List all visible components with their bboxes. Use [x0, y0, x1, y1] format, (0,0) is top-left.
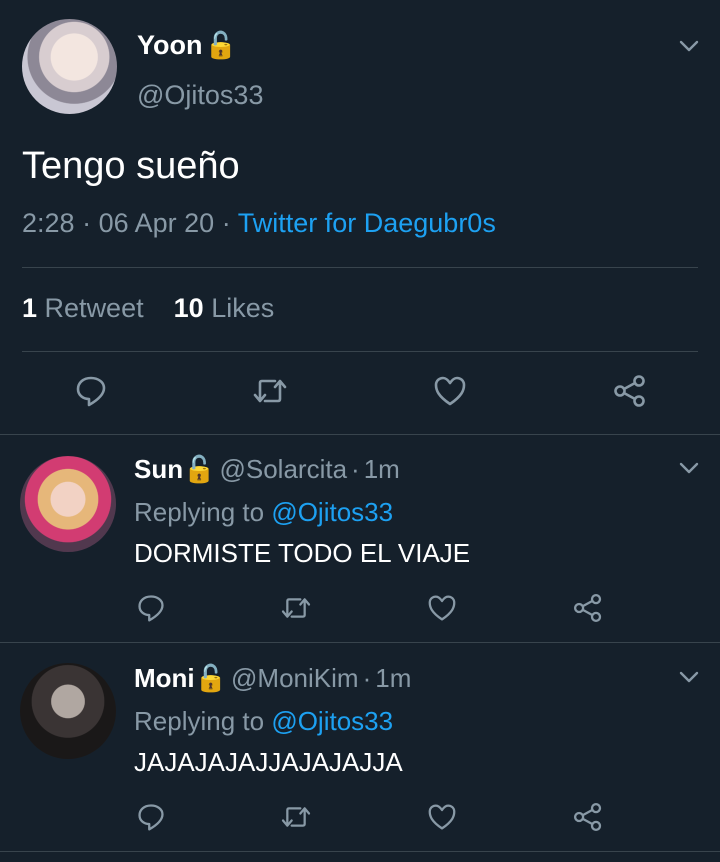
- chevron-down-icon[interactable]: [677, 34, 701, 58]
- tweet-stats: 1 Retweet 10 Likes: [22, 293, 274, 324]
- reply-button[interactable]: [71, 371, 111, 411]
- reply-author-handle[interactable]: @Solarcita: [219, 454, 347, 485]
- mention-link[interactable]: @Ojitos33: [271, 706, 393, 736]
- replying-prefix: Replying to: [134, 497, 265, 527]
- retweet-button[interactable]: [250, 371, 290, 411]
- separator: ·: [362, 663, 372, 693]
- reply-author-handle[interactable]: @MoniKim: [231, 663, 359, 694]
- heart-icon: [427, 803, 457, 831]
- retweet-button[interactable]: [276, 588, 316, 628]
- main-tweet: Yoon 🔓 @Ojitos33 Tengo sueño 2:28 · 06 A…: [0, 0, 720, 435]
- share-button[interactable]: [568, 588, 608, 628]
- author-display-name[interactable]: Yoon: [137, 30, 202, 61]
- share-icon: [572, 592, 604, 624]
- heart-icon: [433, 375, 467, 407]
- reply-icon: [136, 593, 166, 623]
- share-icon: [572, 801, 604, 833]
- share-icon: [612, 373, 648, 409]
- reply-time: 1m: [375, 663, 412, 693]
- separator: ·: [82, 208, 92, 238]
- reply-icon: [74, 374, 108, 408]
- reply-text: DORMISTE TODO EL VIAJE: [134, 538, 471, 568]
- retweet-icon: [279, 595, 313, 621]
- like-button[interactable]: [430, 371, 470, 411]
- separator: ·: [351, 454, 360, 484]
- retweet-label[interactable]: Retweet: [45, 293, 144, 323]
- replying-to: Replying to @Ojitos33: [134, 497, 393, 528]
- reply-text: JAJAJAJAJJAJAJAJJA: [134, 747, 403, 777]
- divider: [22, 267, 698, 268]
- retweet-icon: [251, 376, 289, 406]
- reply-button[interactable]: [131, 797, 171, 837]
- like-button[interactable]: [422, 588, 462, 628]
- author-handle[interactable]: @Ojitos33: [137, 80, 263, 111]
- tweet-meta: 2:28 · 06 Apr 20 · Twitter for Daegubr0s: [22, 208, 496, 239]
- reply-author-name[interactable]: Moni: [134, 663, 195, 694]
- chevron-down-icon[interactable]: [677, 665, 701, 689]
- author-avatar[interactable]: [22, 19, 117, 114]
- tweet-text: Tengo sueño: [22, 145, 240, 187]
- reply-avatar[interactable]: [20, 663, 116, 759]
- tweet-source-link[interactable]: Twitter for Daegubr0s: [238, 208, 496, 238]
- like-count[interactable]: 10: [174, 293, 204, 323]
- chevron-down-icon[interactable]: [677, 456, 701, 480]
- replying-prefix: Replying to: [134, 706, 265, 736]
- share-button[interactable]: [568, 797, 608, 837]
- lock-icon: 🔓: [194, 663, 228, 693]
- reply-avatar[interactable]: [20, 456, 116, 552]
- reply-icon: [136, 802, 166, 832]
- share-button[interactable]: [610, 371, 650, 411]
- lock-icon: 🔓: [204, 30, 237, 60]
- separator: ·: [221, 208, 231, 238]
- replying-to: Replying to @Ojitos33: [134, 706, 393, 737]
- reply-time: 1m: [363, 454, 400, 484]
- reply-header: Sun 🔓 @Solarcita · 1m: [134, 454, 400, 485]
- reply-header: Moni 🔓 @MoniKim · 1m: [134, 663, 411, 694]
- tweet-date: 06 Apr 20: [98, 208, 215, 238]
- divider: [22, 351, 698, 352]
- like-button[interactable]: [422, 797, 462, 837]
- tweet-time: 2:28: [22, 208, 75, 238]
- reply-author-name[interactable]: Sun: [134, 454, 183, 485]
- retweet-count[interactable]: 1: [22, 293, 37, 323]
- mention-link[interactable]: @Ojitos33: [271, 497, 393, 527]
- retweet-button[interactable]: [276, 797, 316, 837]
- like-label[interactable]: Likes: [211, 293, 274, 323]
- reply-button[interactable]: [131, 588, 171, 628]
- heart-icon: [427, 594, 457, 622]
- author-name[interactable]: Yoon 🔓: [137, 30, 237, 61]
- lock-icon: 🔓: [183, 454, 216, 484]
- retweet-icon: [279, 804, 313, 830]
